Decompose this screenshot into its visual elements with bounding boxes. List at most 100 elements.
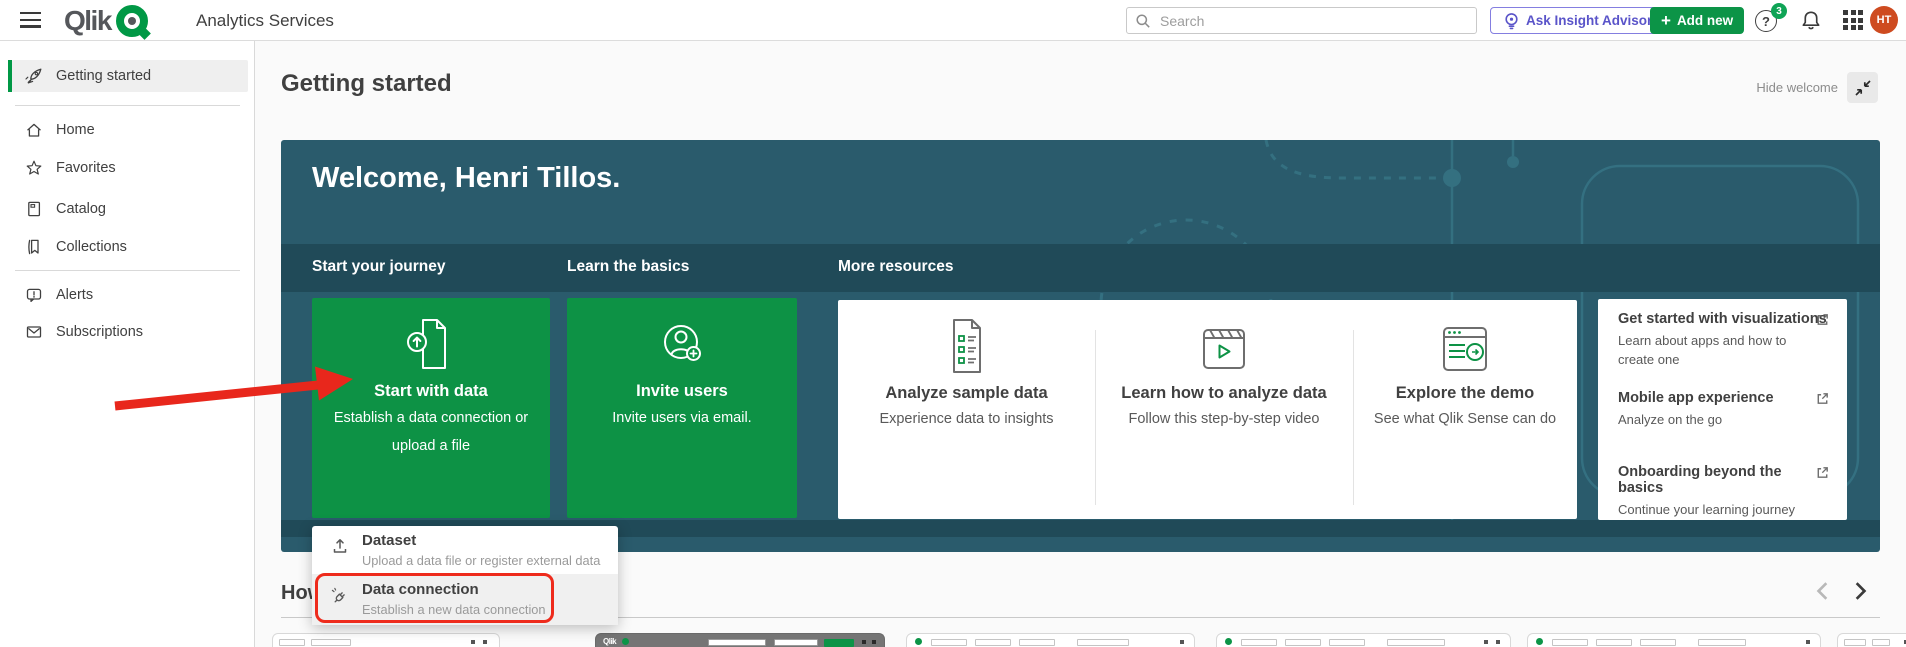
start-with-data-card[interactable]: Start with data Establish a data connect… xyxy=(312,298,550,518)
link-onboarding-beyond-basics[interactable]: Onboarding beyond the basics Continue yo… xyxy=(1618,464,1830,520)
sidebar-item-alerts[interactable]: Alerts xyxy=(12,279,248,311)
video-icon xyxy=(1195,324,1253,374)
home-icon xyxy=(24,120,44,140)
section-start-your-journey: Start your journey xyxy=(312,258,446,276)
explore-the-demo-title: Explore the demo xyxy=(1353,384,1577,403)
start-with-data-title: Start with data xyxy=(312,382,550,401)
link-title: Get started with visualizations xyxy=(1618,311,1830,327)
sidebar-item-home[interactable]: Home xyxy=(12,114,248,146)
sidebar-divider xyxy=(15,270,240,271)
qlik-analytics-getting-started-screen: Qlik Analytics Services Ask Insight Advi… xyxy=(0,0,1906,647)
app-launcher-waffle-icon[interactable] xyxy=(1843,10,1863,30)
search-input[interactable] xyxy=(1158,12,1468,30)
start-with-data-subtitle-line1: Establish a data connection or xyxy=(312,409,550,429)
external-link-icon xyxy=(1815,312,1830,327)
mini-qlik-wordmark: Qlik xyxy=(603,637,616,646)
explore-the-demo-item[interactable]: Explore the demo See what Qlik Sense can… xyxy=(1353,300,1577,519)
howto-video-thumbnail-3[interactable] xyxy=(906,633,1195,647)
howto-video-thumbnail-2[interactable]: Qlik xyxy=(595,633,885,647)
ask-insight-advisor-label: Ask Insight Advisor xyxy=(1526,13,1652,28)
hide-welcome-link[interactable]: Hide welcome xyxy=(1712,80,1838,95)
collapse-welcome-button[interactable] xyxy=(1847,72,1878,103)
notifications-button[interactable] xyxy=(1800,8,1822,37)
chevron-right-icon xyxy=(1851,581,1869,601)
bookmark-icon xyxy=(24,237,44,257)
dropdown-item-title: Data connection xyxy=(362,581,479,598)
ask-insight-advisor-button[interactable]: Ask Insight Advisor xyxy=(1490,7,1665,34)
dropdown-item-title: Dataset xyxy=(362,532,416,549)
learn-how-to-analyze-item[interactable]: Learn how to analyze data Follow this st… xyxy=(1095,300,1353,519)
sidebar-item-label: Subscriptions xyxy=(56,324,143,340)
upload-icon xyxy=(330,536,350,556)
page-title: Getting started xyxy=(281,70,452,98)
start-with-data-dropdown: Dataset Upload a data file or register e… xyxy=(312,526,618,625)
welcome-title: Welcome, Henri Tillos. xyxy=(312,162,620,195)
dropdown-item-subtitle: Upload a data file or register external … xyxy=(362,553,600,568)
help-notification-badge: 3 xyxy=(1771,3,1787,19)
catalog-icon xyxy=(24,199,44,219)
sidebar-item-catalog[interactable]: Catalog xyxy=(12,193,248,225)
invite-users-title: Invite users xyxy=(567,382,797,401)
dropdown-item-data-connection[interactable]: Data connection Establish a new data con… xyxy=(312,574,618,625)
rocket-icon xyxy=(24,66,44,86)
link-subtitle: Learn about apps and how to create one xyxy=(1618,332,1814,370)
sidebar-item-label: Getting started xyxy=(56,68,151,84)
sidebar-item-label: Favorites xyxy=(56,160,116,176)
top-bar: Qlik Analytics Services Ask Insight Advi… xyxy=(0,0,1906,41)
sidebar-item-label: Collections xyxy=(56,239,127,255)
external-link-icon xyxy=(1815,465,1830,480)
link-title: Onboarding beyond the basics xyxy=(1618,464,1830,496)
sidebar-item-label: Catalog xyxy=(56,201,106,217)
help-button[interactable]: ? 3 xyxy=(1755,8,1785,34)
sidebar-item-label: Home xyxy=(56,122,95,138)
start-with-data-subtitle-line2: upload a file xyxy=(312,437,550,457)
howto-video-thumbnail-5[interactable] xyxy=(1527,633,1821,647)
external-link-icon xyxy=(1815,391,1830,406)
link-title: Mobile app experience xyxy=(1618,390,1830,406)
link-subtitle: Analyze on the go xyxy=(1618,411,1814,430)
banner-section-strip xyxy=(281,244,1880,292)
chevron-left-icon xyxy=(1814,581,1832,601)
star-icon xyxy=(24,158,44,178)
invite-users-card[interactable]: Invite users Invite users via email. xyxy=(567,298,797,518)
sidebar-item-collections[interactable]: Collections xyxy=(12,231,248,263)
browser-demo-icon xyxy=(1435,324,1495,374)
qlik-logo[interactable]: Qlik xyxy=(64,5,148,37)
sidebar-item-label: Alerts xyxy=(56,287,93,303)
more-resources-card: Analyze sample data Experience data to i… xyxy=(838,300,1577,519)
howto-video-thumbnail-1[interactable] xyxy=(272,633,500,647)
section-more-resources: More resources xyxy=(838,258,953,276)
alert-bubble-icon xyxy=(24,285,44,305)
collapse-arrows-icon xyxy=(1855,80,1871,96)
learning-links-card: Get started with visualizations Learn ab… xyxy=(1598,299,1847,520)
analyze-sample-data-subtitle: Experience data to insights xyxy=(838,411,1095,427)
sidebar-divider xyxy=(15,105,240,106)
learn-how-to-analyze-title: Learn how to analyze data xyxy=(1095,384,1353,403)
link-mobile-app-experience[interactable]: Mobile app experience Analyze on the go xyxy=(1618,390,1830,430)
service-title: Analytics Services xyxy=(196,11,334,31)
hamburger-menu-icon[interactable] xyxy=(20,12,41,28)
sidebar-item-subscriptions[interactable]: Subscriptions xyxy=(12,316,248,348)
dropdown-item-dataset[interactable]: Dataset Upload a data file or register e… xyxy=(312,526,618,574)
sidebar-item-getting-started[interactable]: Getting started xyxy=(12,60,248,92)
link-get-started-visualizations[interactable]: Get started with visualizations Learn ab… xyxy=(1618,311,1830,370)
user-avatar[interactable]: HT xyxy=(1870,6,1898,34)
envelope-icon xyxy=(24,322,44,342)
howto-video-thumbnail-4[interactable] xyxy=(1216,633,1511,647)
qlik-q-mark-icon xyxy=(116,5,148,37)
add-new-button[interactable]: + Add new xyxy=(1650,7,1744,34)
plus-icon: + xyxy=(1661,12,1671,29)
howto-video-thumbnail-6[interactable] xyxy=(1837,633,1906,647)
analyze-sample-data-item[interactable]: Analyze sample data Experience data to i… xyxy=(838,300,1095,519)
carousel-previous-button[interactable] xyxy=(1814,581,1832,604)
sidebar-item-favorites[interactable]: Favorites xyxy=(12,152,248,184)
invite-user-icon xyxy=(652,316,712,374)
carousel-next-button[interactable] xyxy=(1851,581,1869,604)
explore-the-demo-subtitle: See what Qlik Sense can do xyxy=(1353,411,1577,427)
analyze-sample-data-title: Analyze sample data xyxy=(838,384,1095,403)
link-subtitle: Continue your learning journey xyxy=(1618,501,1814,520)
global-search xyxy=(1126,7,1477,34)
section-learn-the-basics: Learn the basics xyxy=(567,258,689,276)
search-icon xyxy=(1135,13,1151,29)
invite-users-subtitle: Invite users via email. xyxy=(567,409,797,429)
